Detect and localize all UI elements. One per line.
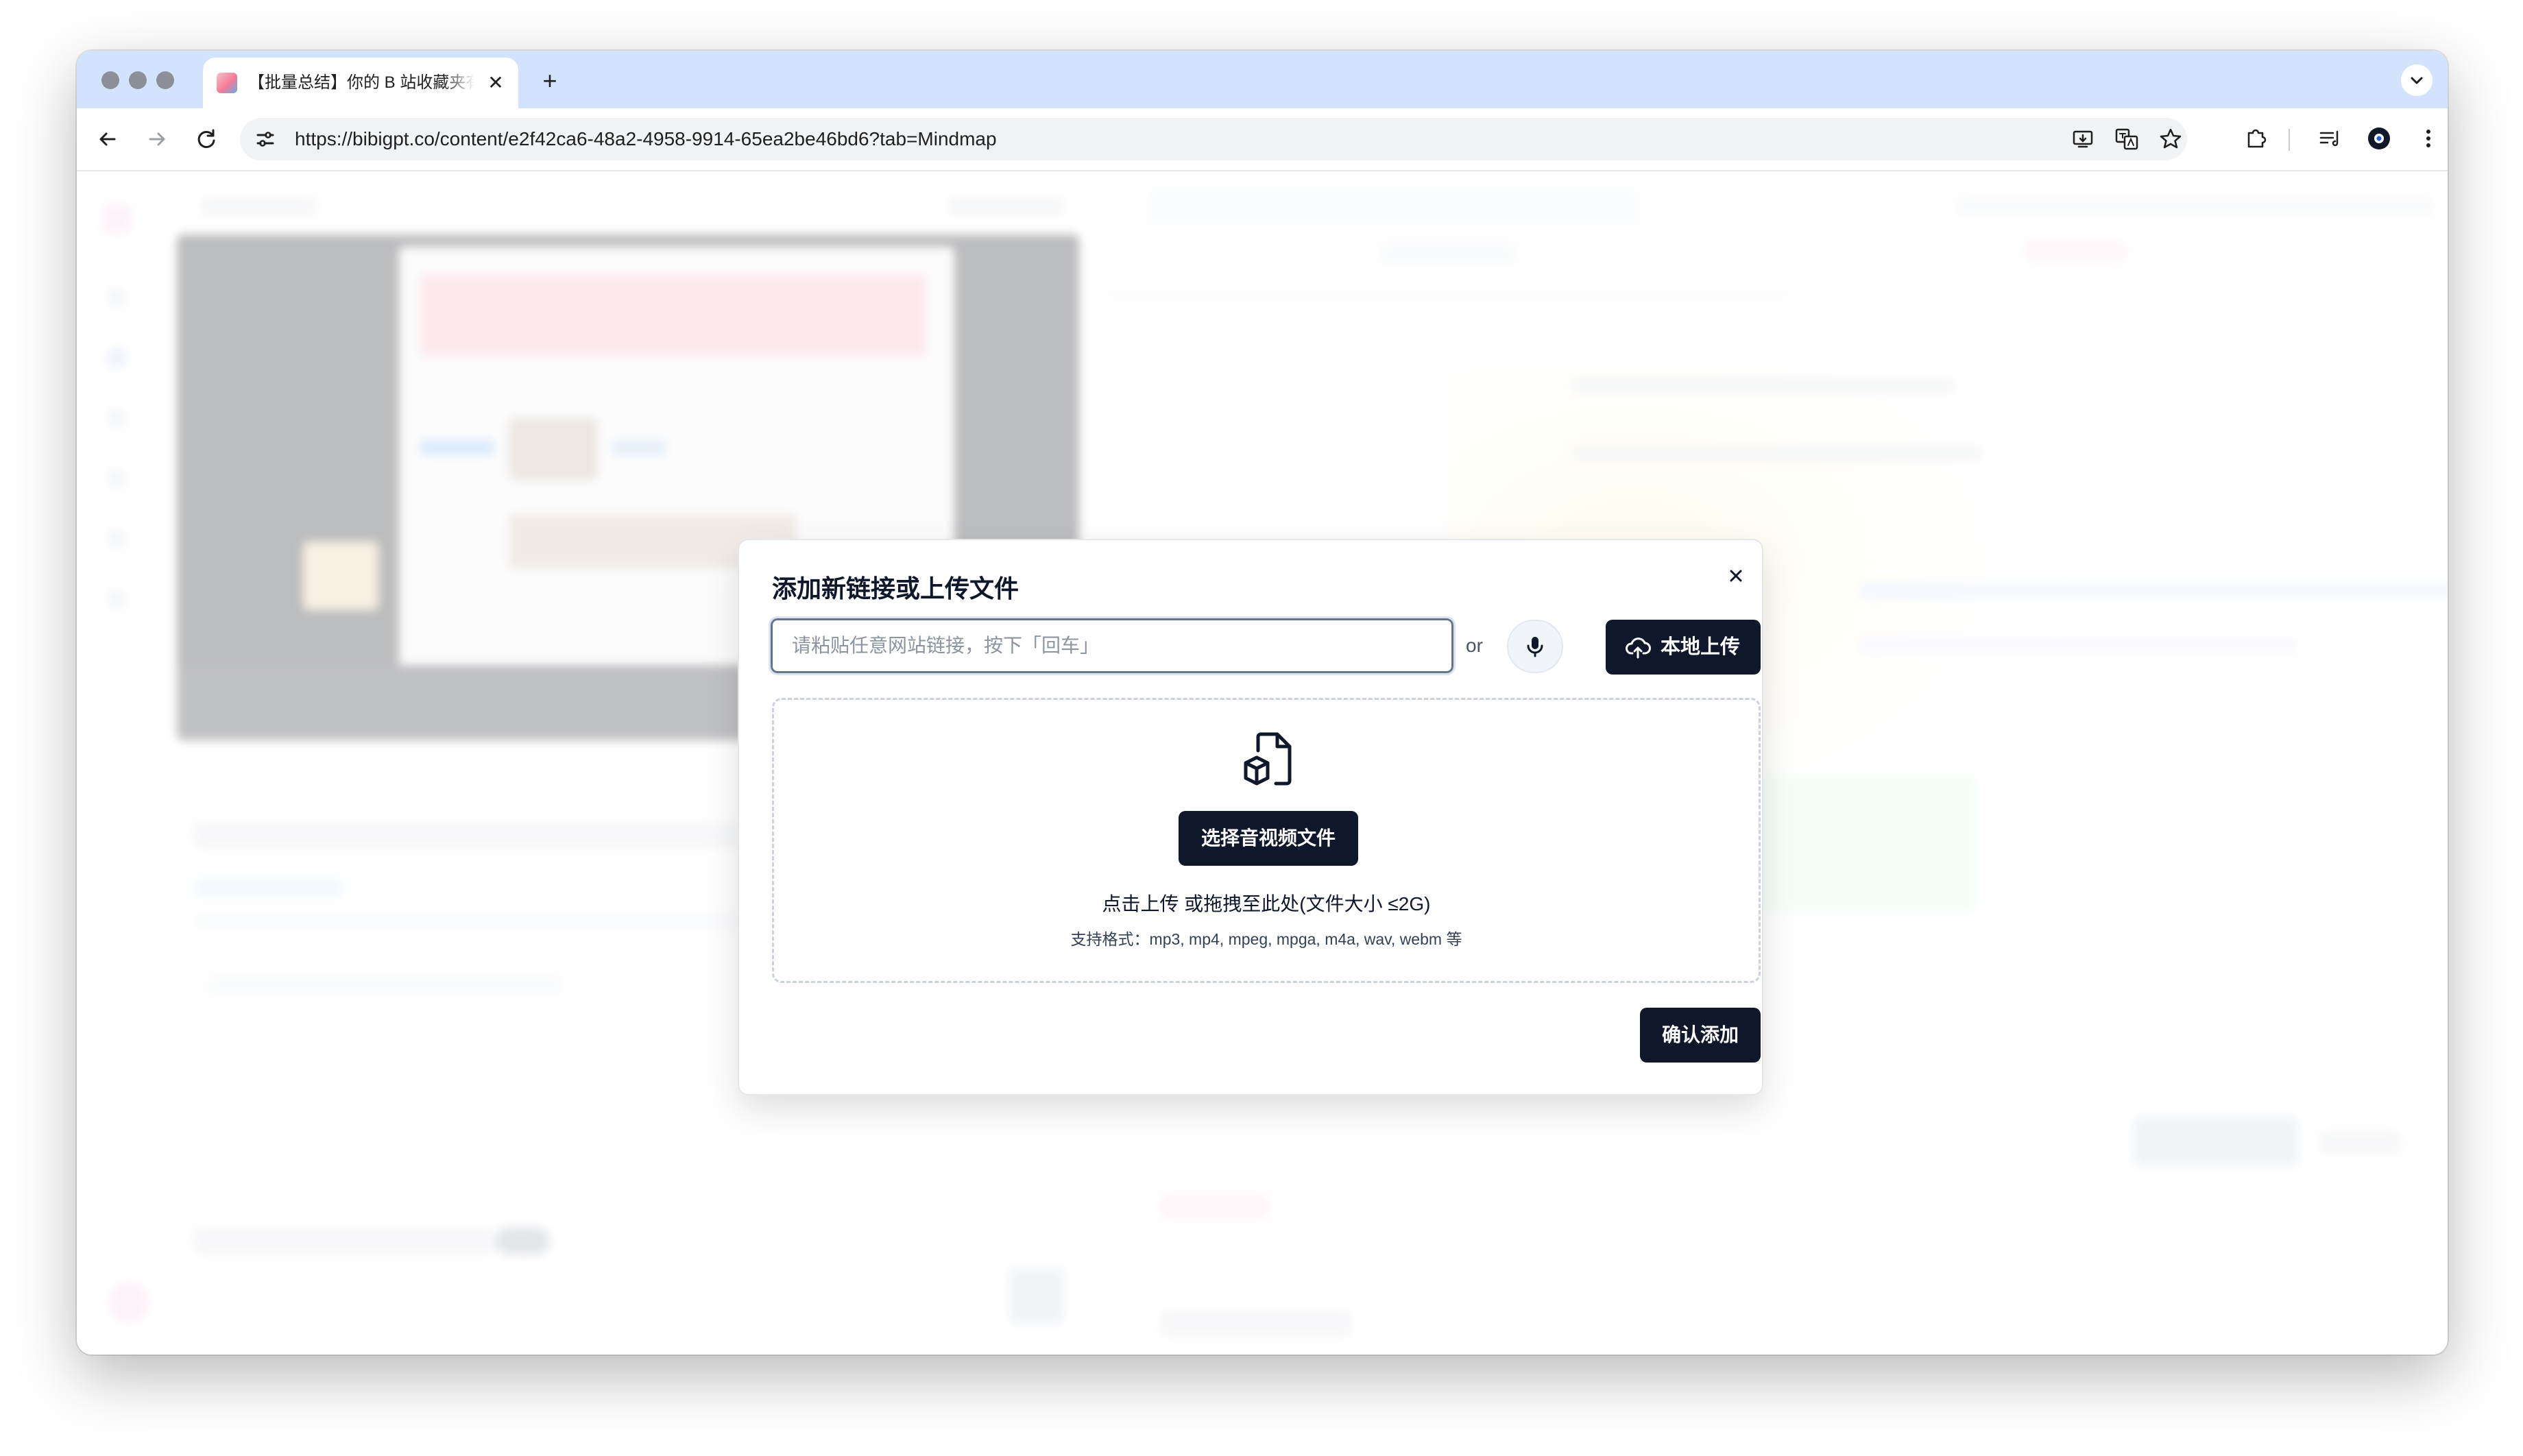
- minimize-window-button[interactable]: [129, 71, 147, 89]
- local-upload-button[interactable]: 本地上传: [1606, 620, 1761, 675]
- site-info-icon[interactable]: [251, 125, 280, 154]
- dialog-close-button[interactable]: [1724, 563, 1748, 588]
- install-app-icon[interactable]: [2068, 124, 2098, 154]
- or-label: or: [1466, 635, 1483, 656]
- choose-media-file-button[interactable]: 选择音视频文件: [1179, 811, 1358, 866]
- tab-close-icon[interactable]: ✕: [483, 70, 509, 96]
- file-box-icon: [1244, 732, 1292, 786]
- toolbar-separator: [2289, 129, 2290, 151]
- tab-title: 【批量总结】你的 B 站收藏夹有: [248, 73, 474, 92]
- kebab-menu-icon: [2426, 130, 2430, 147]
- browser-window: 【批量总结】你的 B 站收藏夹有 ✕ + https://bibigpt.co/…: [77, 51, 2448, 1355]
- browser-toolbar: https://bibigpt.co/content/e2f42ca6-48a2…: [77, 108, 2448, 171]
- tab-search-button[interactable]: [2401, 64, 2433, 96]
- microphone-icon: [1527, 637, 1543, 657]
- add-link-dialog: 添加新链接或上传文件 or 本地上传: [738, 539, 1763, 1095]
- back-button[interactable]: [92, 123, 123, 155]
- close-window-button[interactable]: [101, 71, 119, 89]
- reading-list-icon: [2319, 130, 2339, 147]
- browser-menu-button[interactable]: [2413, 123, 2443, 154]
- reload-icon: [197, 129, 215, 148]
- profile-button[interactable]: [2364, 123, 2394, 154]
- new-tab-plus-icon[interactable]: +: [536, 67, 564, 95]
- cloud-upload-icon: [1626, 638, 1651, 659]
- profile-icon: [2368, 128, 2390, 149]
- close-icon: [1730, 570, 1742, 582]
- extensions-button[interactable]: [2241, 123, 2271, 154]
- supported-formats-text: 支持格式：mp3, mp4, mpeg, mpga, m4a, wav, web…: [1070, 930, 1462, 948]
- browser-tab-active[interactable]: 【批量总结】你的 B 站收藏夹有 ✕: [203, 58, 518, 108]
- voice-input-button[interactable]: [1507, 620, 1563, 673]
- extensions-icon: [2247, 129, 2267, 148]
- link-input[interactable]: [769, 616, 1456, 675]
- tab-strip: 【批量总结】你的 B 站收藏夹有 ✕ +: [77, 51, 2448, 108]
- page-content: 添加新链接或上传文件 or 本地上传: [77, 171, 2448, 1355]
- chevron-down-icon: [2411, 77, 2423, 84]
- dialog-title: 添加新链接或上传文件: [772, 574, 1019, 603]
- confirm-add-button[interactable]: 确认添加: [1640, 1008, 1761, 1063]
- url-text: https://bibigpt.co/content/e2f42ca6-48a2…: [295, 128, 997, 149]
- reading-list-button[interactable]: [2315, 123, 2345, 154]
- bookmark-star-icon[interactable]: [2156, 124, 2186, 154]
- file-dropzone[interactable]: 选择音视频文件 点击上传 或拖拽至此处(文件大小 ≤2G) 支持格式：mp3, …: [772, 698, 1761, 983]
- translate-icon[interactable]: [2112, 124, 2142, 154]
- local-upload-label: 本地上传: [1661, 636, 1741, 658]
- site-favicon-icon: [217, 73, 237, 93]
- back-icon: [99, 132, 116, 146]
- forward-button[interactable]: [141, 123, 173, 155]
- forward-icon: [149, 132, 165, 146]
- dropzone-hint: 点击上传 或拖拽至此处(文件大小 ≤2G): [1102, 893, 1431, 914]
- maximize-window-button[interactable]: [156, 71, 174, 89]
- reload-button[interactable]: [191, 123, 222, 155]
- address-bar[interactable]: https://bibigpt.co/content/e2f42ca6-48a2…: [240, 118, 2187, 160]
